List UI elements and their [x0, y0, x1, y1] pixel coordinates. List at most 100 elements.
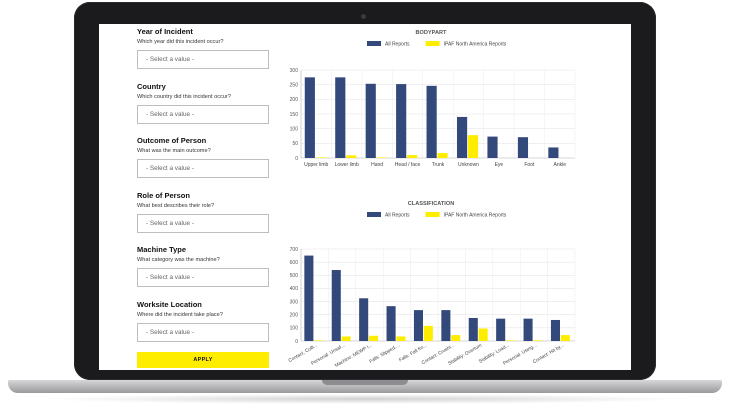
laptop-mockup: Year of Incident Which year did this inc…: [0, 0, 730, 417]
x-tick-label: Head / face: [395, 162, 421, 168]
bar[interactable]: [487, 136, 498, 158]
legend-label[interactable]: All Reports: [385, 42, 410, 48]
bar[interactable]: [423, 325, 433, 341]
legend-label[interactable]: IPAF North America Reports: [444, 213, 507, 219]
y-tick-label: 100: [290, 126, 299, 132]
chart-title: BODYPART: [416, 30, 448, 36]
filter-title: Year of Incident: [137, 27, 193, 36]
legend-swatch: [367, 41, 381, 46]
role-select[interactable]: - Select a value -: [137, 214, 269, 233]
x-tick-label: Ankle: [554, 162, 567, 168]
bar[interactable]: [369, 335, 379, 341]
legend-label[interactable]: All Reports: [385, 213, 410, 219]
bar[interactable]: [359, 298, 369, 341]
x-tick-label: Upper limb: [304, 162, 328, 168]
legend-swatch: [425, 41, 440, 46]
filter-description: What best describes their role?: [137, 203, 215, 209]
y-tick-label: 150: [290, 112, 299, 118]
bar[interactable]: [386, 306, 396, 341]
y-tick-label: 500: [290, 273, 299, 279]
bar[interactable]: [560, 335, 570, 341]
apply-button[interactable]: APPLY: [137, 352, 269, 368]
bar[interactable]: [533, 340, 543, 341]
bar[interactable]: [396, 336, 406, 341]
x-tick-label: Hand: [371, 162, 383, 168]
camera-icon: [361, 14, 366, 19]
bar[interactable]: [396, 84, 407, 158]
bodypart-chart: BODYPART All Reports IPAF North America Re…: [290, 30, 576, 168]
y-tick-label: 50: [292, 141, 298, 147]
chart-title: CLASSIFICATION: [408, 201, 455, 207]
x-tick-label: Eye: [495, 162, 504, 168]
classification-chart: CLASSIFICATION All Reports IPAF North Amer…: [288, 201, 576, 369]
bar[interactable]: [467, 135, 479, 158]
y-tick-label: 0: [295, 156, 298, 162]
filter-title: Machine Type: [137, 245, 187, 254]
y-tick-label: 700: [290, 247, 299, 253]
bar[interactable]: [346, 155, 357, 158]
bar[interactable]: [426, 85, 437, 158]
bar[interactable]: [451, 335, 461, 341]
bar[interactable]: [314, 340, 324, 341]
chart-legend: All Reports IPAF North America Reports: [367, 212, 507, 219]
bar[interactable]: [335, 77, 346, 158]
legend-label[interactable]: IPAF North America Reports: [444, 42, 507, 48]
bar[interactable]: [315, 157, 326, 158]
bar[interactable]: [478, 328, 488, 341]
filter-year: Year of Incident Which year did this inc…: [137, 27, 271, 69]
bar[interactable]: [517, 137, 529, 158]
laptop-notch: [322, 380, 408, 385]
filter-role: Role of Person What best describes their…: [137, 191, 271, 233]
x-tick-label: Contact: Hit by...: [532, 343, 565, 366]
bar[interactable]: [304, 77, 315, 158]
x-tick-label: Lower limb: [335, 162, 359, 168]
x-tick-label: Falls: Slipped,...: [368, 343, 401, 365]
y-tick-label: 100: [290, 326, 299, 332]
y-tick-label: 300: [290, 68, 299, 74]
y-tick-label: 250: [290, 82, 299, 88]
machine-type-select[interactable]: - Select a value -: [137, 268, 269, 287]
y-tick-label: 0: [295, 339, 298, 345]
laptop-shadow: [40, 394, 690, 404]
legend-swatch: [425, 212, 440, 217]
filter-description: Which country did this incident occur?: [137, 94, 231, 100]
worksite-select[interactable]: - Select a value -: [137, 323, 269, 342]
bar[interactable]: [407, 155, 418, 158]
bar[interactable]: [550, 319, 560, 341]
x-tick-label: Foot: [524, 162, 535, 168]
country-select[interactable]: - Select a value -: [137, 105, 269, 124]
filter-worksite: Worksite Location Where did the incident…: [137, 300, 271, 342]
x-tick-label: Trunk: [432, 162, 445, 168]
bar[interactable]: [376, 157, 387, 158]
chart-legend: All Reports IPAF North America Reports: [367, 41, 507, 48]
legend-swatch: [367, 212, 381, 217]
bar[interactable]: [456, 116, 468, 158]
bar[interactable]: [304, 255, 314, 341]
bar[interactable]: [523, 318, 533, 341]
bar[interactable]: [437, 153, 448, 158]
bar[interactable]: [468, 318, 478, 341]
filter-title: Country: [137, 82, 166, 91]
filter-country: Country Which country did this incident …: [137, 82, 271, 124]
filter-outcome: Outcome of Person What was the main outc…: [137, 136, 271, 178]
filter-description: Which year did this incident occur?: [137, 39, 224, 45]
bar[interactable]: [496, 318, 506, 341]
y-tick-label: 300: [290, 299, 299, 305]
y-tick-label: 600: [290, 260, 299, 266]
filter-description: What category was the machine?: [137, 257, 220, 263]
bar[interactable]: [341, 336, 351, 341]
bar[interactable]: [506, 340, 516, 341]
filter-title: Role of Person: [137, 191, 190, 200]
bar[interactable]: [548, 147, 559, 158]
bar[interactable]: [441, 310, 451, 341]
filter-machine-type: Machine Type What category was the machi…: [137, 245, 271, 287]
screen: Year of Incident Which year did this inc…: [99, 24, 631, 370]
year-select[interactable]: - Select a value -: [137, 50, 269, 69]
bar[interactable]: [365, 83, 376, 158]
outcome-select[interactable]: - Select a value -: [137, 159, 269, 178]
y-tick-label: 200: [290, 313, 299, 319]
filter-description: What was the main outcome?: [137, 148, 211, 154]
bar[interactable]: [331, 270, 341, 341]
bar[interactable]: [413, 310, 423, 341]
y-tick-label: 400: [290, 286, 299, 292]
